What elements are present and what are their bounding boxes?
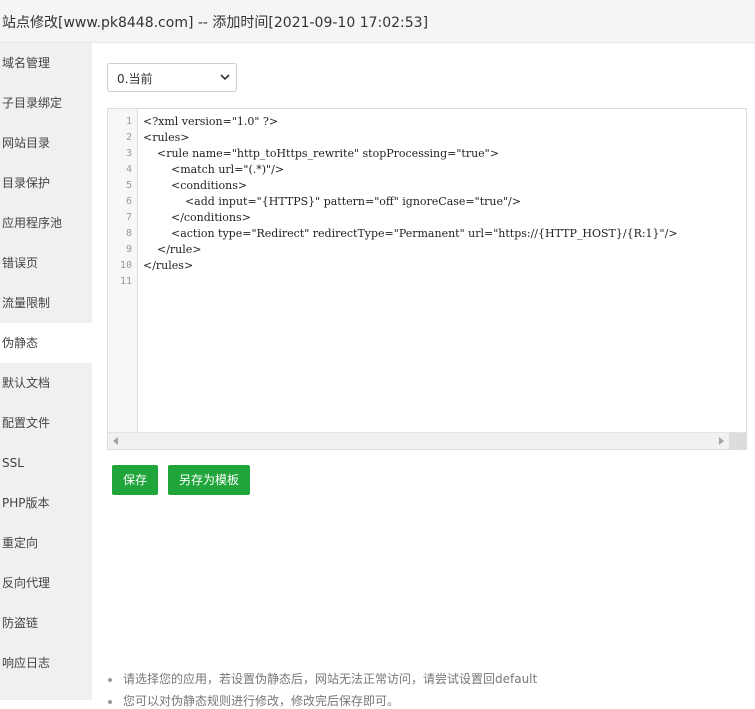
rewrite-template-select[interactable]: 0.当前 [107, 63, 237, 92]
rewrite-code-editor[interactable]: 1 2 3 4 5 6 7 8 9 10 11 <?xml version="1… [107, 108, 747, 450]
code-line: <rule name="http_toHttps_rewrite" stopPr… [143, 147, 499, 160]
sidebar-item-site-directory[interactable]: 网站目录 [0, 123, 92, 163]
sidebar-item-subdirectory-binding[interactable]: 子目录绑定 [0, 83, 92, 123]
tip-item: 您可以对伪静态规则进行修改，修改完后保存即可。 [108, 692, 399, 709]
line-number: 8 [125, 228, 132, 239]
sidebar-item-ssl[interactable]: SSL [0, 443, 92, 483]
tip-text: 您可以对伪静态规则进行修改，修改完后保存即可。 [123, 694, 400, 708]
sidebar-item-rewrite[interactable]: 伪静态 [0, 323, 92, 363]
sidebar-item-php-version[interactable]: PHP版本 [0, 483, 92, 523]
tip-item: 请选择您的应用，若设置伪静态后，网站无法正常访问，请尝试设置回default [108, 670, 537, 687]
sidebar-item-directory-protection[interactable]: 目录保护 [0, 163, 92, 203]
code-line: <match url="(.*)"/> [143, 163, 285, 176]
line-number: 6 [125, 196, 132, 207]
settings-sidebar: 域名管理 子目录绑定 网站目录 目录保护 应用程序池 错误页 流量限制 伪静态 … [0, 43, 92, 700]
window-title-bar: 站点修改[www.pk8448.com] -- 添加时间[2021-09-10 … [0, 0, 755, 43]
code-line: <action type="Redirect" redirectType="Pe… [143, 227, 678, 240]
bullet-icon [108, 677, 112, 682]
bullet-icon [108, 699, 112, 704]
sidebar-item-error-pages[interactable]: 错误页 [0, 243, 92, 283]
sidebar-item-reverse-proxy[interactable]: 反向代理 [0, 563, 92, 603]
line-number: 1 [125, 116, 132, 127]
code-line: </rule> [143, 243, 202, 256]
sidebar-item-redirect[interactable]: 重定向 [0, 523, 92, 563]
code-line: <conditions> [143, 179, 248, 192]
chevron-down-icon [220, 74, 230, 81]
sidebar-item-hotlink-protection[interactable]: 防盗链 [0, 603, 92, 643]
sidebar-item-default-document[interactable]: 默认文档 [0, 363, 92, 403]
save-button[interactable]: 保存 [112, 465, 158, 495]
code-line: </rules> [143, 259, 194, 272]
code-line: <rules> [143, 131, 190, 144]
code-line: <add input="{HTTPS}" pattern="off" ignor… [143, 195, 521, 208]
window-title: 站点修改[www.pk8448.com] -- 添加时间[2021-09-10 … [2, 15, 429, 31]
code-line: <?xml version="1.0" ?> [143, 115, 279, 128]
line-number: 9 [125, 244, 132, 255]
line-number: 11 [119, 276, 132, 287]
line-number: 3 [125, 148, 132, 159]
sidebar-item-response-log[interactable]: 响应日志 [0, 643, 92, 683]
code-line: </conditions> [143, 211, 251, 224]
sidebar-item-config-file[interactable]: 配置文件 [0, 403, 92, 443]
horizontal-scrollbar[interactable] [108, 432, 746, 449]
sidebar-item-domain-management[interactable]: 域名管理 [0, 43, 92, 83]
sidebar-item-traffic-limit[interactable]: 流量限制 [0, 283, 92, 323]
save-as-template-button[interactable]: 另存为模板 [168, 465, 250, 495]
tip-text: 请选择您的应用，若设置伪静态后，网站无法正常访问，请尝试设置回default [123, 672, 538, 686]
line-number: 10 [119, 260, 132, 271]
scrollbar-corner [729, 433, 746, 449]
line-number: 2 [125, 132, 132, 143]
select-value: 0.当前 [117, 72, 153, 86]
line-number: 4 [125, 164, 132, 175]
line-number-gutter: 1 2 3 4 5 6 7 8 9 10 11 [108, 109, 138, 432]
scroll-left-icon[interactable] [113, 437, 118, 445]
scroll-right-icon[interactable] [719, 437, 724, 445]
sidebar-item-app-pool[interactable]: 应用程序池 [0, 203, 92, 243]
line-number: 5 [125, 180, 132, 191]
line-number: 7 [125, 212, 132, 223]
